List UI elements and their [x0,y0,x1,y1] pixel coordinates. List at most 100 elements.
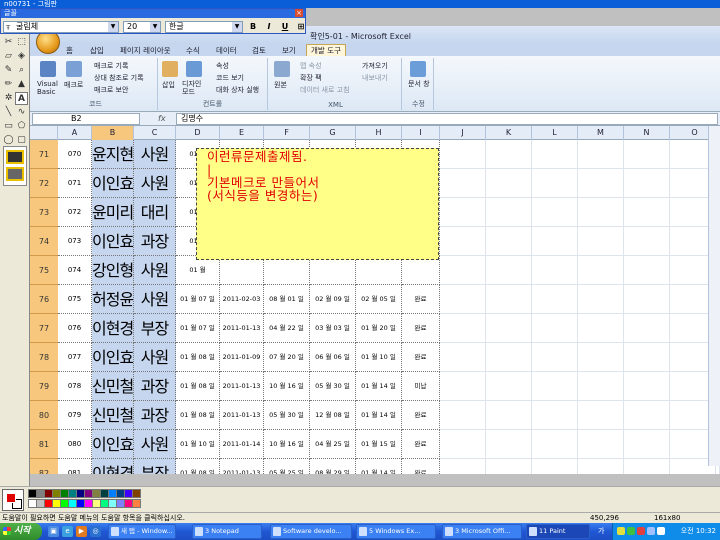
column-header-m[interactable]: M [578,126,624,140]
empty-cell[interactable] [532,256,578,285]
cell-a[interactable]: 075 [58,285,92,314]
airbrush-icon[interactable]: ✲ [2,92,15,105]
pick-color-icon[interactable]: ✎ [2,64,15,77]
cell-f[interactable]: 05 월 30 일 [264,401,310,430]
cell-c[interactable]: 사원 [134,169,176,198]
row-header[interactable]: 80 [30,401,58,430]
current-colors[interactable] [2,489,24,511]
cell-d[interactable]: 01 월 10 일 [176,430,220,459]
empty-cell[interactable] [578,401,624,430]
font-size-select[interactable]: 20 ▼ [123,20,161,33]
cell-b[interactable]: 윤미리 [92,198,134,227]
tab-formulas[interactable]: 수식 [186,45,200,56]
empty-cell[interactable] [486,285,532,314]
cell-d[interactable]: 01 월 07 일 [176,285,220,314]
empty-cell[interactable] [440,227,486,256]
column-header-j[interactable]: J [440,126,486,140]
cell-g[interactable]: 02 월 09 일 [310,285,356,314]
tray-icon[interactable] [637,527,645,535]
text-tool-icon[interactable]: A [15,92,28,105]
cell-a[interactable]: 078 [58,372,92,401]
cell-c[interactable]: 사원 [134,285,176,314]
import-button[interactable]: 가져오기 [362,61,388,71]
pencil-icon[interactable]: ✏ [2,78,15,91]
cell-f[interactable]: 10 월 16 일 [264,430,310,459]
free-select-icon[interactable]: ✂ [2,36,15,49]
cell-i[interactable]: 완료 [402,314,440,343]
column-header-h[interactable]: H [356,126,402,140]
empty-cell[interactable] [440,169,486,198]
font-name-select[interactable]: Ŧ 굴림체 ▼ [3,20,119,33]
empty-cell[interactable] [532,343,578,372]
empty-cell[interactable] [486,343,532,372]
empty-cell[interactable] [532,198,578,227]
cell-e[interactable]: 2011-01-13 [220,401,264,430]
column-header-i[interactable]: I [402,126,440,140]
empty-cell[interactable] [532,430,578,459]
empty-cell[interactable] [440,372,486,401]
magnifier-icon[interactable]: ⌕ [15,64,28,77]
column-header-d[interactable]: D [176,126,220,140]
palette-swatch[interactable] [132,489,141,498]
cell-a[interactable]: 076 [58,314,92,343]
empty-cell[interactable] [624,227,670,256]
cell-h[interactable] [356,256,402,285]
cell-b[interactable]: 이현경 [92,314,134,343]
tab-insert[interactable]: 삽입 [90,45,104,56]
tab-view[interactable]: 보기 [282,45,296,56]
cell-b[interactable]: 신민철 [92,372,134,401]
transparent-option-icon[interactable] [6,167,24,181]
cell-c[interactable]: 사원 [134,430,176,459]
close-icon[interactable]: × [295,9,303,17]
empty-cell[interactable] [532,169,578,198]
tab-developer[interactable]: 개발 도구 [306,44,346,56]
tray-icon[interactable] [617,527,625,535]
cell-b[interactable]: 이현경 [92,459,134,474]
cell-c[interactable]: 과장 [134,401,176,430]
cell-c[interactable]: 부장 [134,459,176,474]
empty-cell[interactable] [624,459,670,474]
cell-h[interactable]: 01 월 14 일 [356,459,402,474]
cell-d[interactable]: 01 월 07 일 [176,314,220,343]
row-header[interactable]: 78 [30,343,58,372]
cell-f[interactable]: 04 월 22 일 [264,314,310,343]
curve-icon[interactable]: ∿ [15,106,28,119]
tray-icon[interactable] [627,527,635,535]
insert-control-button[interactable]: 삽입 [162,80,175,90]
palette-swatch[interactable] [132,499,141,508]
task-button[interactable]: 3 Microsoft Offi... [442,524,522,539]
empty-cell[interactable] [440,343,486,372]
empty-cell[interactable] [532,285,578,314]
script-select[interactable]: 한글 ▼ [165,20,243,33]
empty-cell[interactable] [532,314,578,343]
empty-cell[interactable] [578,343,624,372]
name-box[interactable]: B2 [32,113,140,125]
cell-i[interactable]: 완료 [402,401,440,430]
cell-f[interactable]: 08 월 01 일 [264,285,310,314]
cell-g[interactable]: 06 월 06 일 [310,343,356,372]
empty-cell[interactable] [486,459,532,474]
empty-cell[interactable] [624,372,670,401]
cell-d[interactable]: 01 월 08 일 [176,372,220,401]
cell-f[interactable] [264,256,310,285]
cell-f[interactable]: 07 월 20 일 [264,343,310,372]
cell-i[interactable] [402,256,440,285]
empty-cell[interactable] [532,401,578,430]
row-header[interactable]: 82 [30,459,58,474]
cell-e[interactable] [220,256,264,285]
relative-ref-button[interactable]: 상대 참조로 기록 [94,73,144,83]
column-header-a[interactable]: A [58,126,92,140]
task-button[interactable]: Software develo... [270,524,352,539]
tab-page-layout[interactable]: 페이지 레이아웃 [120,45,171,56]
insert-function-icon[interactable]: fx [158,114,166,123]
cell-c[interactable]: 과장 [134,372,176,401]
cell-c[interactable]: 사원 [134,140,176,169]
cell-e[interactable]: 2011-01-13 [220,372,264,401]
cell-d[interactable]: 01 월 [176,256,220,285]
column-header-l[interactable]: L [532,126,578,140]
cell-a[interactable]: 071 [58,169,92,198]
cell-b[interactable]: 이인효 [92,169,134,198]
empty-cell[interactable] [578,227,624,256]
empty-cell[interactable] [624,198,670,227]
cell-e[interactable]: 2011-01-13 [220,314,264,343]
